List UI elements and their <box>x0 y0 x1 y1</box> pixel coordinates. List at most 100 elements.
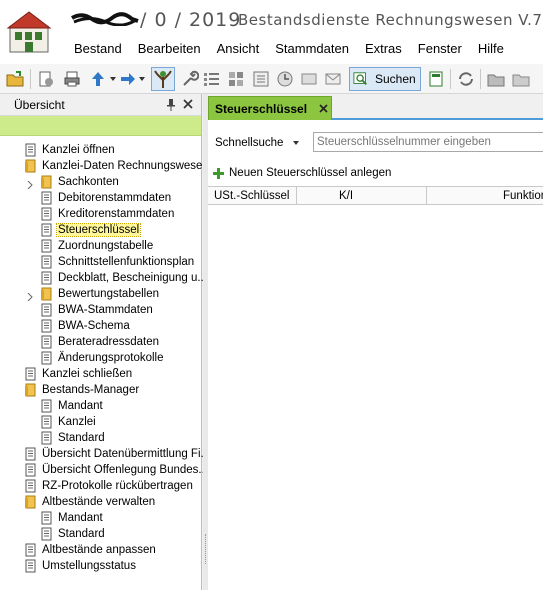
tree-item-mandant[interactable]: Mandant <box>40 398 104 414</box>
document-icon <box>40 511 53 525</box>
sync-icon[interactable] <box>457 70 475 88</box>
menu-bearbeiten[interactable]: Bearbeiten <box>130 40 209 58</box>
tree-item-mandant[interactable]: Mandant <box>40 510 104 526</box>
tree-item-standard[interactable]: Standard <box>40 430 106 446</box>
folder-gray-icon[interactable] <box>487 70 505 88</box>
tree-item-berateradressdaten[interactable]: Berateradressdaten <box>40 334 160 350</box>
search-button[interactable]: Suchen <box>349 67 421 91</box>
column-header-ust-schluessel[interactable]: USt.-Schlüssel <box>208 187 297 205</box>
plus-icon <box>213 167 224 179</box>
tree-item-label: Änderungsprotokolle <box>58 352 164 364</box>
tree-item-label: Deckblatt, Bescheinigung u... <box>58 272 207 284</box>
tree-item-kanzlei-schließen[interactable]: Kanzlei schließen <box>24 366 133 382</box>
document-icon <box>40 255 53 269</box>
close-icon[interactable] <box>319 104 328 113</box>
tree-item-debitorenstammdaten[interactable]: Debitorenstammdaten <box>40 190 172 206</box>
tree-item-label: Kreditorenstammdaten <box>58 208 175 220</box>
new-tax-key-button[interactable]: Neuen Steuerschlüssel anlegen <box>208 164 391 182</box>
document-icon <box>40 335 53 349</box>
folder-icon <box>40 175 53 189</box>
tree-item-zuordnungstabelle[interactable]: Zuordnungstabelle <box>40 238 154 254</box>
chevron-down-icon[interactable] <box>293 141 299 145</box>
document-icon <box>24 447 37 461</box>
tree-item-kanzlei[interactable]: Kanzlei <box>40 414 97 430</box>
tree-item-altbestände-verwalten[interactable]: Altbestände verwalten <box>24 494 156 510</box>
app-title: Bestandsdienste Rechnungswesen V.7.27 <box>238 11 543 29</box>
folder-icon <box>24 159 37 173</box>
tree-item-kanzlei-daten-rechnungswesen[interactable]: Kanzlei-Daten Rechnungswesen <box>24 158 210 174</box>
clock-icon[interactable] <box>276 70 294 88</box>
document-icon <box>24 463 37 477</box>
document-icon <box>40 399 53 413</box>
tree-item-label: Standard <box>58 528 105 540</box>
menu-extras[interactable]: Extras <box>357 40 410 58</box>
tree-view-toggle-button[interactable] <box>151 67 175 91</box>
tree-item-label: Debitorenstammdaten <box>58 192 172 204</box>
document-settings-icon[interactable] <box>37 70 55 88</box>
tree-item-kanzlei-öffnen[interactable]: Kanzlei öffnen <box>24 142 116 158</box>
tree-item-rz-protokolle-rückübertragen[interactable]: RZ-Protokolle rückübertragen <box>24 478 194 494</box>
tree-item-altbestände-anpassen[interactable]: Altbestände anpassen <box>24 542 157 558</box>
dropdown-arrow-icon[interactable] <box>110 77 116 81</box>
tree-item-label: Übersicht Offenlegung Bundes... <box>42 464 209 476</box>
menu-fenster[interactable]: Fenster <box>410 40 470 58</box>
chevron-right-icon[interactable] <box>27 178 33 190</box>
print-icon[interactable] <box>63 70 81 88</box>
tree-item-kreditorenstammdaten[interactable]: Kreditorenstammdaten <box>40 206 175 222</box>
tab-strip: Steuerschlüssel <box>208 94 543 120</box>
tree-item-label: Übersicht Datenübermittlung Fi... <box>42 448 211 460</box>
mail-icon[interactable] <box>324 70 342 88</box>
close-icon[interactable] <box>183 99 193 109</box>
tree-item-bwa-stammdaten[interactable]: BWA-Stammdaten <box>40 302 154 318</box>
document-icon <box>40 415 53 429</box>
tree-item-übersicht-datenübermittlung-fi[interactable]: Übersicht Datenübermittlung Fi... <box>24 446 211 462</box>
new-tax-key-label: Neuen Steuerschlüssel anlegen <box>229 167 392 179</box>
tab-steuerschluessel[interactable]: Steuerschlüssel <box>208 96 332 120</box>
wrench-icon[interactable] <box>181 70 199 88</box>
tree-item-bestands-manager[interactable]: Bestands-Manager <box>24 382 140 398</box>
document-icon <box>40 303 53 317</box>
tree-item-label: Bestands-Manager <box>42 384 140 396</box>
menu-hilfe[interactable]: Hilfe <box>470 40 512 58</box>
document-icon <box>40 271 53 285</box>
grid-icon[interactable] <box>227 70 245 88</box>
overview-panel: Übersicht Kanzlei öffnen Kanzlei-Daten Re… <box>0 94 210 590</box>
tree-item-übersicht-offenlegung-bundes[interactable]: Übersicht Offenlegung Bundes... <box>24 462 209 478</box>
upload-arrow-icon[interactable] <box>89 70 107 88</box>
chevron-right-icon[interactable] <box>27 290 33 302</box>
pin-icon[interactable] <box>166 99 176 111</box>
tree-item-bwa-schema[interactable]: BWA-Schema <box>40 318 131 334</box>
tree-item-umstellungsstatus[interactable]: Umstellungsstatus <box>24 558 137 574</box>
document-icon <box>40 207 53 221</box>
overview-filter-bar[interactable] <box>0 116 201 136</box>
tree-item-label: Altbestände verwalten <box>42 496 156 508</box>
document-icon <box>40 223 53 237</box>
menu-stammdaten[interactable]: Stammdaten <box>267 40 357 58</box>
tree-item-sachkonten[interactable]: Sachkonten <box>40 174 120 190</box>
message-icon[interactable] <box>300 70 318 88</box>
document-icon <box>24 479 37 493</box>
menu-bestand[interactable]: Bestand <box>66 40 130 58</box>
checklist-icon[interactable] <box>252 70 270 88</box>
tree-item-label: Umstellungsstatus <box>42 560 136 572</box>
dropdown-arrow-icon[interactable] <box>139 77 145 81</box>
menu-ansicht[interactable]: Ansicht <box>209 40 268 58</box>
column-header-funktion[interactable]: Funktion <box>427 187 543 205</box>
tree-item-deckblatt-bescheinigung-u[interactable]: Deckblatt, Bescheinigung u... <box>40 270 208 286</box>
document-icon <box>40 351 53 365</box>
folder-alt-icon[interactable] <box>512 70 530 88</box>
quicksearch-input[interactable] <box>313 132 543 152</box>
column-header-k-i[interactable]: K/I <box>297 187 427 205</box>
tree-item-steuerschlüssel[interactable]: Steuerschlüssel <box>40 222 142 238</box>
tree-item-änderungsprotokolle[interactable]: Änderungsprotokolle <box>40 350 165 366</box>
list-numbered-icon[interactable] <box>203 70 221 88</box>
tree-item-label: Sachkonten <box>58 176 119 188</box>
tree-item-bewertungstabellen[interactable]: Bewertungstabellen <box>40 286 160 302</box>
quicksearch-row: Schnellsuche <box>208 130 543 154</box>
tree-item-schnittstellenfunktionsplan[interactable]: Schnittstellenfunktionsplan <box>40 254 195 270</box>
open-folder-icon[interactable] <box>6 70 24 88</box>
forward-arrow-icon[interactable] <box>119 70 137 88</box>
calculator-icon[interactable] <box>427 70 445 88</box>
tree-item-label: Standard <box>58 432 105 444</box>
tree-item-standard[interactable]: Standard <box>40 526 106 542</box>
